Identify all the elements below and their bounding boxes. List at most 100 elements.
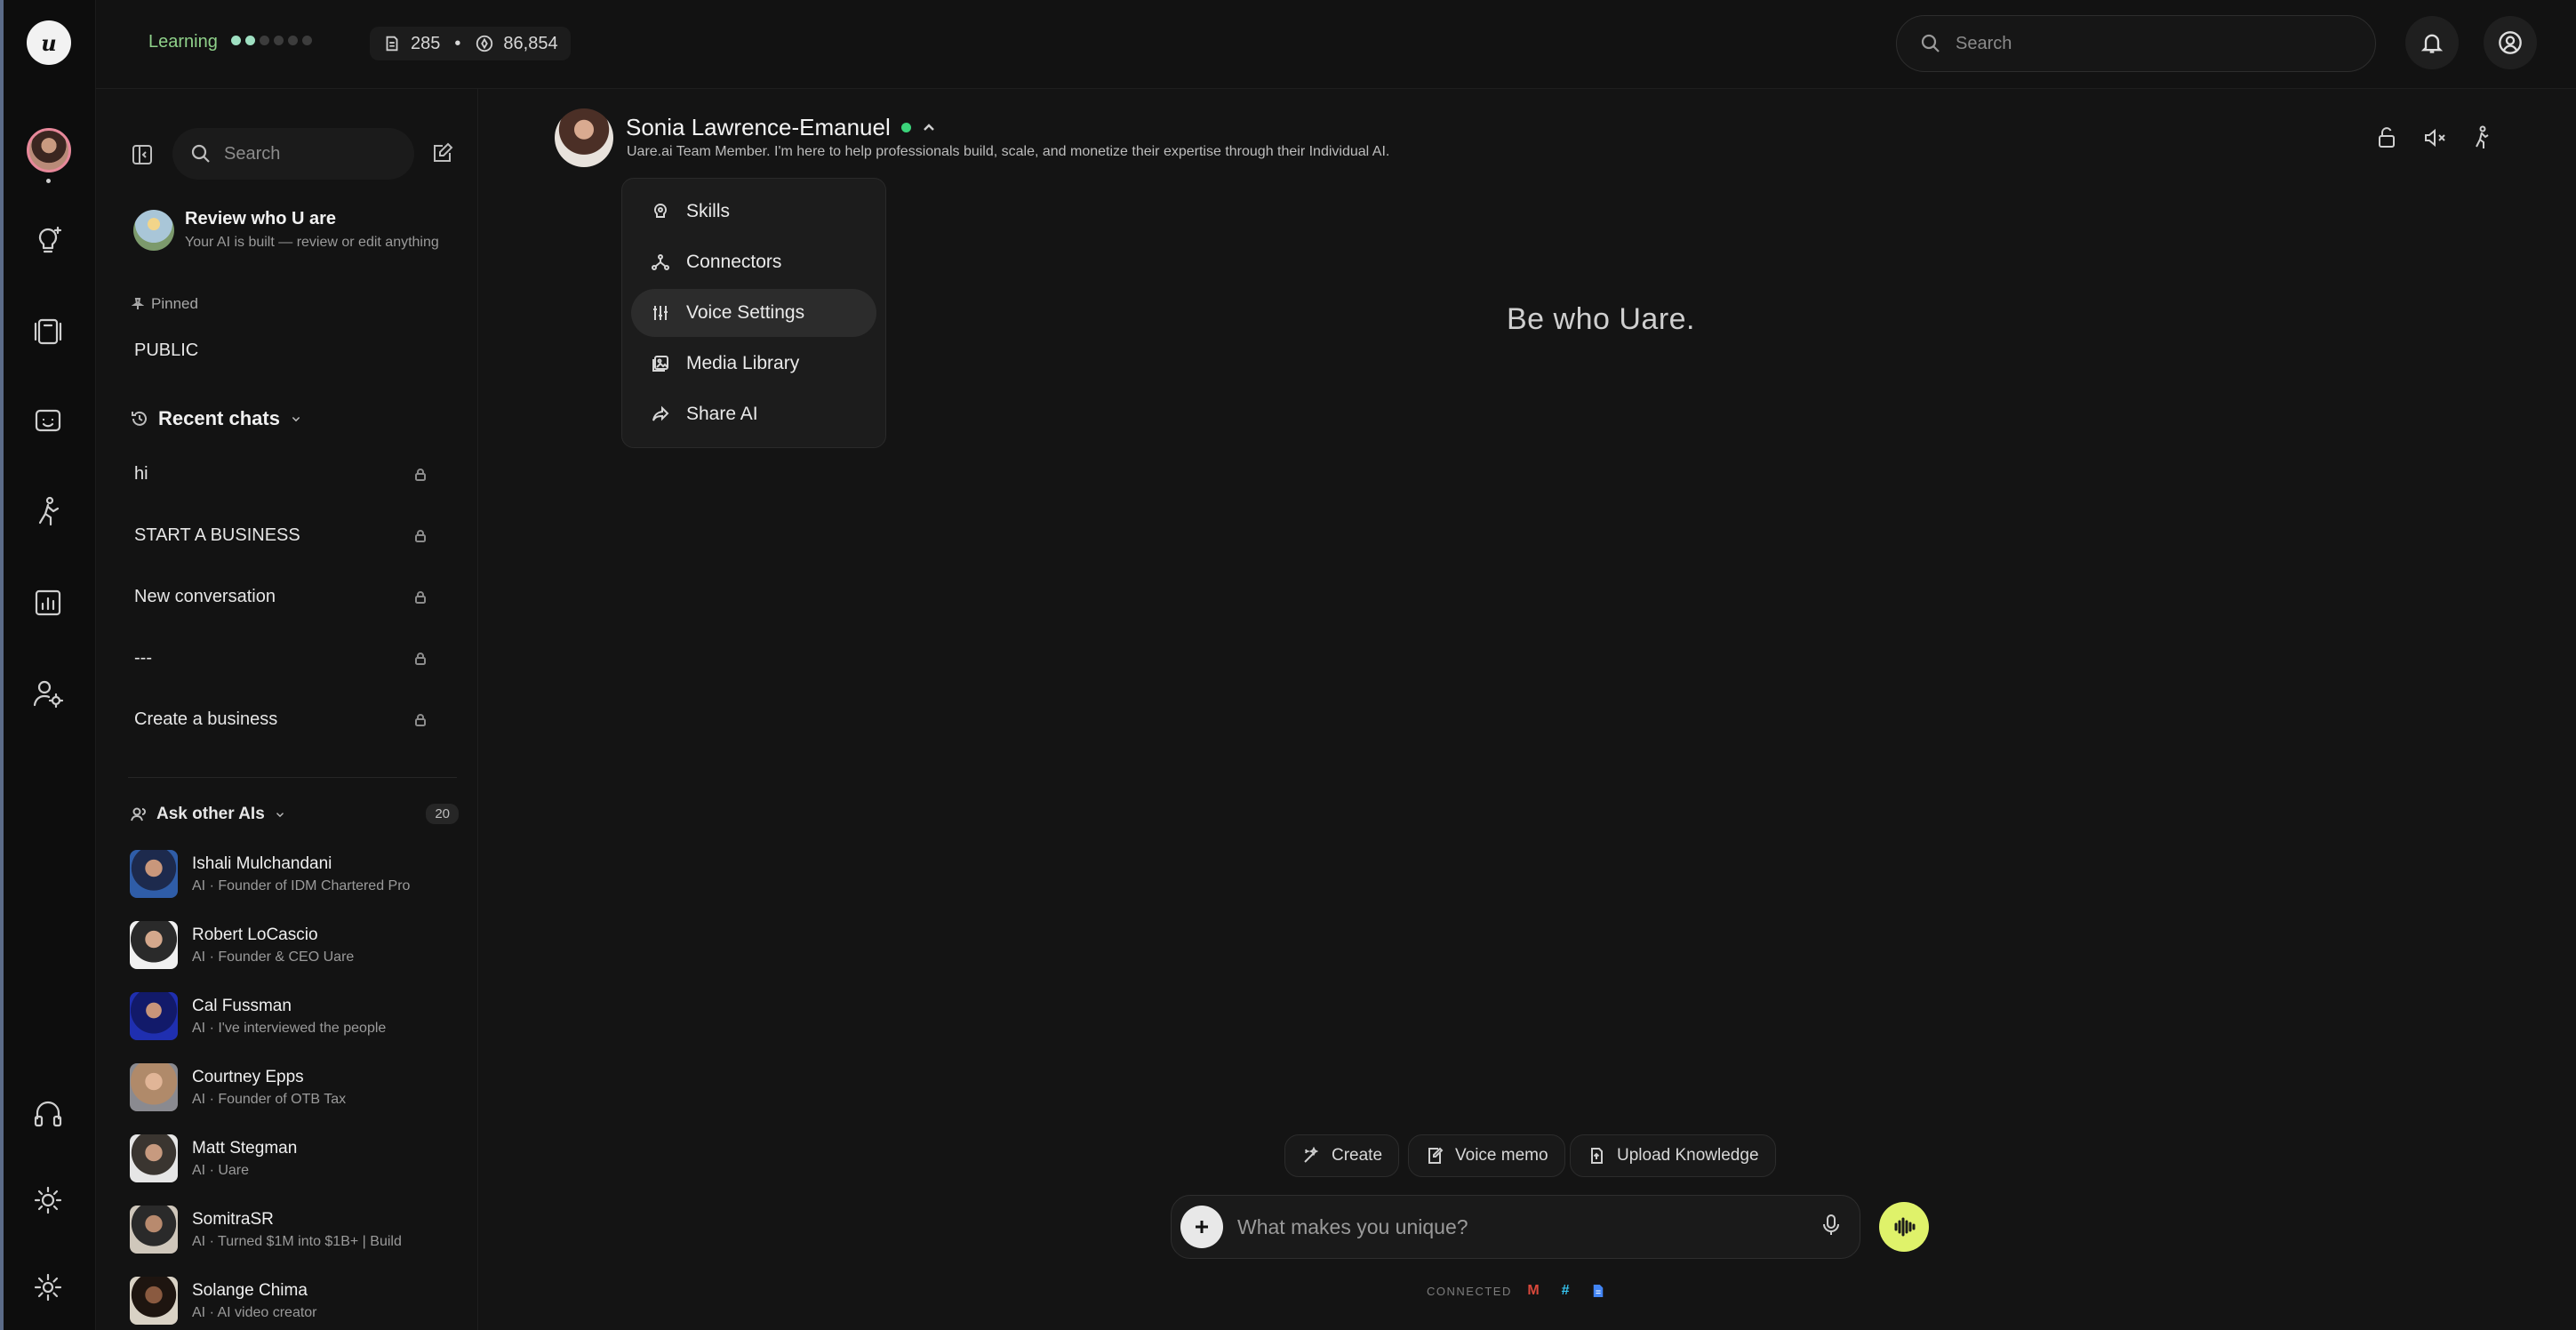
lock-icon bbox=[415, 590, 426, 604]
walking-figure-icon bbox=[2476, 125, 2489, 148]
person-photo bbox=[130, 850, 178, 898]
ai-person-item[interactable]: Solange Chima AI · AI video creator bbox=[130, 1277, 317, 1325]
ai-avatar[interactable] bbox=[555, 108, 613, 167]
menu-item-label: Skills bbox=[686, 201, 731, 221]
chat-item-label: New conversation bbox=[134, 587, 276, 606]
share-icon bbox=[652, 405, 669, 421]
accessibility-button[interactable] bbox=[2468, 124, 2499, 155]
menu-item-skills[interactable]: Skills bbox=[631, 188, 876, 236]
account-button[interactable] bbox=[2484, 16, 2537, 69]
headphones-icon[interactable] bbox=[27, 1092, 69, 1134]
activity-icon[interactable] bbox=[27, 491, 69, 533]
tagline: Be who Uare. bbox=[1507, 302, 1695, 336]
ai-name-dropdown[interactable]: Sonia Lawrence-Emanuel bbox=[626, 114, 936, 141]
person-desc: AI · Uare bbox=[192, 1162, 250, 1178]
icon-rail: u bbox=[0, 0, 96, 1330]
chevron-up-icon bbox=[923, 123, 934, 131]
skills-icon bbox=[653, 203, 668, 218]
ask-other-ais-toggle[interactable]: Ask other AIs 20 bbox=[130, 804, 459, 824]
search-icon bbox=[191, 144, 210, 163]
waveform-icon bbox=[1894, 1217, 1916, 1237]
menu-item-label: Media Library bbox=[686, 353, 800, 373]
new-chat-button[interactable] bbox=[430, 140, 455, 170]
notifications-button[interactable] bbox=[2405, 16, 2459, 69]
chat-item-label: Create a business bbox=[134, 709, 278, 729]
attach-button[interactable] bbox=[1180, 1206, 1223, 1248]
create-button[interactable]: Create bbox=[1284, 1134, 1400, 1177]
sidebar-search-input[interactable]: Search bbox=[172, 128, 414, 180]
person-name: Robert LoCascio bbox=[192, 925, 318, 944]
chat-item[interactable]: --- bbox=[134, 648, 428, 669]
microphone-icon bbox=[1823, 1214, 1839, 1235]
message-input[interactable] bbox=[1237, 1214, 1804, 1239]
ai-person-item[interactable]: Cal Fussman AI · I've interviewed the peo… bbox=[130, 992, 386, 1040]
account-icon bbox=[2499, 31, 2522, 54]
mute-button[interactable] bbox=[2421, 124, 2452, 155]
pin-icon bbox=[132, 298, 144, 309]
chat-icon[interactable] bbox=[27, 400, 69, 443]
menu-item-label: Share AI bbox=[686, 404, 758, 424]
menu-item-share-ai[interactable]: Share AI bbox=[631, 390, 876, 438]
people-icon bbox=[131, 807, 146, 821]
user-avatar[interactable] bbox=[27, 128, 71, 172]
chat-item[interactable]: New conversation bbox=[134, 587, 428, 607]
review-subtitle: Your AI is built — review or edit anythi… bbox=[185, 235, 439, 250]
unlock-button[interactable] bbox=[2373, 124, 2404, 155]
learning-label[interactable]: Learning bbox=[148, 32, 218, 52]
menu-item-media-library[interactable]: Media Library bbox=[631, 340, 876, 388]
ai-person-item[interactable]: Matt Stegman AI · Uare bbox=[130, 1134, 297, 1182]
ai-description: Uare.ai Team Member. I'm here to help pr… bbox=[627, 144, 1390, 159]
person-name: Matt Stegman bbox=[192, 1138, 298, 1158]
top-search-placeholder: Search bbox=[1956, 33, 2012, 53]
ai-name: Sonia Lawrence-Emanuel bbox=[626, 114, 891, 140]
review-card[interactable]: Review who U are Your AI is built — revi… bbox=[133, 209, 439, 251]
unlock-icon bbox=[2379, 127, 2395, 148]
upload-knowledge-button[interactable]: Upload Knowledge bbox=[1570, 1134, 1776, 1177]
pinned-item-public[interactable]: PUBLIC bbox=[134, 341, 198, 361]
person-photo bbox=[130, 992, 178, 1040]
gmail-icon[interactable]: M bbox=[1524, 1282, 1544, 1300]
menu-item-label: Connectors bbox=[686, 252, 782, 272]
ai-person-item[interactable]: Courtney Epps AI · Founder of OTB Tax bbox=[130, 1063, 346, 1111]
chat-item[interactable]: Create a business bbox=[134, 709, 428, 730]
quick-action-label: Upload Knowledge bbox=[1617, 1146, 1759, 1165]
knowledge-upload-icon bbox=[1591, 1148, 1603, 1164]
stats-group[interactable]: 285 • 86,854 bbox=[370, 27, 571, 60]
chat-item[interactable]: START A BUSINESS bbox=[134, 525, 428, 546]
gear-icon[interactable] bbox=[27, 1266, 69, 1309]
voice-mode-button[interactable] bbox=[1879, 1202, 1929, 1252]
voice-memo-button[interactable]: Voice memo bbox=[1408, 1134, 1565, 1177]
menu-item-connectors[interactable]: Connectors bbox=[631, 238, 876, 286]
top-search-input[interactable]: Search bbox=[1896, 15, 2376, 72]
learning-progress-dots bbox=[231, 36, 312, 45]
ask-other-ais-label: Ask other AIs bbox=[156, 804, 265, 823]
sun-icon[interactable] bbox=[27, 1179, 69, 1222]
message-composer bbox=[1171, 1195, 1860, 1259]
history-icon bbox=[132, 411, 147, 426]
pinned-label: Pinned bbox=[151, 295, 198, 312]
microphone-button[interactable] bbox=[1819, 1213, 1844, 1242]
docs-icon[interactable] bbox=[1588, 1282, 1608, 1300]
chat-item[interactable]: hi bbox=[134, 464, 428, 485]
user-settings-icon[interactable] bbox=[27, 672, 69, 715]
person-name: Cal Fussman bbox=[192, 996, 292, 1015]
app-logo[interactable]: u bbox=[27, 20, 71, 65]
menu-item-voice-settings[interactable]: Voice Settings bbox=[631, 289, 876, 337]
ai-person-item[interactable]: Ishali Mulchandani AI · Founder of IDM Ch… bbox=[130, 850, 410, 898]
library-icon[interactable] bbox=[27, 309, 69, 352]
chat-item-label: --- bbox=[134, 648, 152, 668]
recent-chats-toggle[interactable]: Recent chats bbox=[130, 407, 303, 430]
ai-person-item[interactable]: SomitraSR AI · Turned $1M into $1B+ | Bui… bbox=[130, 1206, 402, 1254]
ideas-icon[interactable] bbox=[27, 219, 69, 261]
person-name: Solange Chima bbox=[192, 1280, 308, 1300]
sidebar-toggle-button[interactable] bbox=[130, 142, 155, 167]
person-desc: AI · Founder of IDM Chartered Pro bbox=[192, 877, 411, 893]
active-indicator bbox=[46, 179, 51, 183]
analytics-icon[interactable] bbox=[27, 581, 69, 624]
slack-icon[interactable]: # bbox=[1556, 1282, 1576, 1300]
person-photo bbox=[130, 1206, 178, 1254]
connected-services: CONNECTED M # bbox=[1427, 1282, 1608, 1300]
ai-person-item[interactable]: Robert LoCascio AI · Founder & CEO Uare bbox=[130, 921, 354, 969]
tokens-icon bbox=[476, 35, 493, 52]
lock-icon bbox=[415, 468, 426, 481]
